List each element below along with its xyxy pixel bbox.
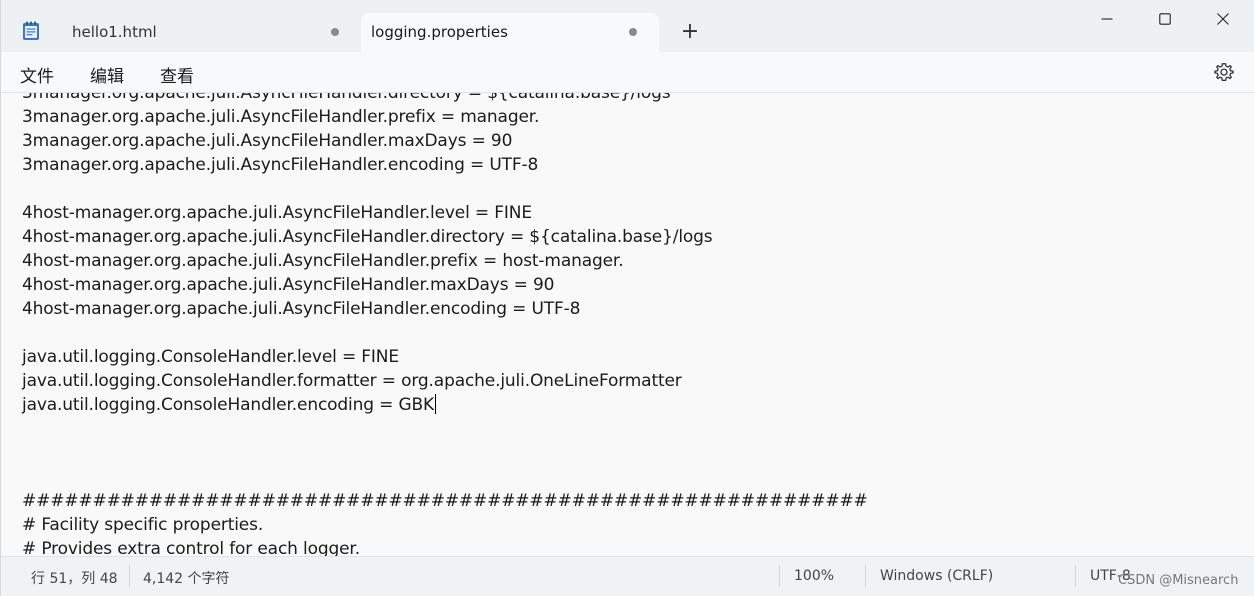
editor-line: 4host-manager.org.apache.juli.AsyncFileH… — [22, 203, 532, 223]
notepad-icon — [23, 21, 39, 40]
editor-line — [22, 177, 868, 201]
character-count: 4,142 个字符 — [143, 571, 230, 587]
editor-line: 3manager.org.apache.juli.AsyncFileHandle… — [22, 93, 671, 103]
maximize-button[interactable] — [1136, 0, 1194, 38]
menu-file[interactable]: 文件 — [20, 62, 54, 87]
status-divider — [1075, 565, 1076, 587]
editor-line: # Provides extra control for each logger… — [22, 539, 360, 556]
editor-line — [22, 465, 868, 489]
editor-line-text: java.util.logging.ConsoleHandler.encodin… — [22, 395, 435, 415]
zoom-level[interactable]: 100% — [794, 568, 834, 584]
close-button[interactable] — [1194, 0, 1252, 38]
text-caret — [435, 394, 437, 414]
minimize-icon — [1101, 18, 1113, 20]
editor-line: 3manager.org.apache.juli.AsyncFileHandle… — [22, 131, 513, 151]
tab-logging-properties[interactable]: logging.properties — [361, 13, 659, 52]
unsaved-dot-icon[interactable] — [331, 28, 339, 36]
editor-line: 3manager.org.apache.juli.AsyncFileHandle… — [22, 107, 540, 127]
cursor-position: 行 51，列 48 — [31, 571, 118, 587]
text-editor[interactable]: 3manager.org.apache.juli.AsyncFileHandle… — [1, 93, 1254, 556]
editor-line: 4host-manager.org.apache.juli.AsyncFileH… — [22, 275, 555, 295]
editor-line: java.util.logging.ConsoleHandler.formatt… — [22, 371, 682, 391]
editor-line: ########################################… — [22, 491, 868, 511]
tab-label: hello1.html — [72, 23, 157, 41]
close-icon — [1217, 13, 1229, 25]
watermark: CSDN @Misnearch — [1118, 573, 1239, 588]
editor-line: 4host-manager.org.apache.juli.AsyncFileH… — [22, 251, 624, 271]
minimize-button[interactable] — [1078, 0, 1136, 38]
status-bar: 行 51，列 48 4,142 个字符 100% Windows (CRLF) … — [1, 556, 1254, 596]
gear-icon[interactable] — [1214, 62, 1234, 82]
editor-line — [22, 321, 868, 345]
editor-line — [22, 441, 868, 465]
editor-line — [22, 417, 868, 441]
line-ending[interactable]: Windows (CRLF) — [880, 568, 993, 584]
editor-line: 4host-manager.org.apache.juli.AsyncFileH… — [22, 299, 581, 319]
status-divider — [779, 565, 780, 587]
tab-label: logging.properties — [371, 23, 508, 41]
editor-lines: 3manager.org.apache.juli.AsyncFileHandle… — [22, 93, 868, 556]
new-tab-button[interactable]: + — [679, 21, 701, 43]
editor-line: 3manager.org.apache.juli.AsyncFileHandle… — [22, 155, 539, 175]
notepad-window: hello1.html logging.properties + 文件 编辑 查… — [0, 0, 1254, 596]
editor-line: # Facility specific properties. — [22, 515, 264, 535]
status-divider — [129, 565, 130, 587]
maximize-icon — [1159, 13, 1171, 25]
title-bar: hello1.html logging.properties + — [1, 0, 1254, 52]
editor-line: 4host-manager.org.apache.juli.AsyncFileH… — [22, 227, 713, 247]
unsaved-dot-icon[interactable] — [629, 28, 637, 36]
menu-view[interactable]: 查看 — [160, 62, 194, 87]
status-divider — [865, 565, 866, 587]
menu-edit[interactable]: 编辑 — [90, 62, 124, 87]
tab-hello1-html[interactable]: hello1.html — [57, 13, 357, 52]
editor-line-current: java.util.logging.ConsoleHandler.encodin… — [22, 393, 868, 417]
menu-bar: 文件 编辑 查看 — [1, 52, 1254, 93]
editor-line: java.util.logging.ConsoleHandler.level =… — [22, 347, 399, 367]
